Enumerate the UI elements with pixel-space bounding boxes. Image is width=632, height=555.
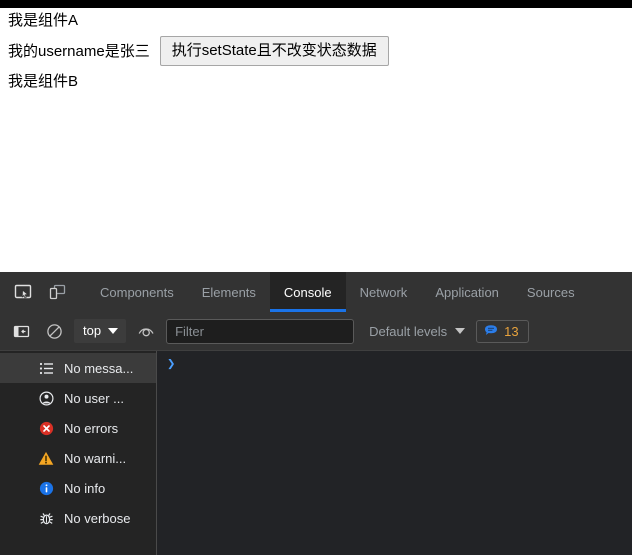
tab-label: Sources <box>527 285 575 300</box>
sidebar-item-label: No user ... <box>64 391 124 406</box>
sidebar-item-label: No messa... <box>64 361 133 376</box>
tab-components[interactable]: Components <box>86 272 188 312</box>
tab-label: Application <box>435 285 499 300</box>
context-label: top <box>83 323 101 338</box>
sidebar-item-errors[interactable]: No errors <box>0 413 156 443</box>
tab-label: Components <box>100 285 174 300</box>
prompt-chevron-icon: ❯ <box>167 358 175 372</box>
warning-icon <box>38 450 54 466</box>
filter-input[interactable] <box>166 319 354 344</box>
username-text: 我的username是张三 <box>8 43 150 60</box>
component-a-text: 我是组件A <box>8 8 624 32</box>
setstate-button[interactable]: 执行setState且不改变状态数据 <box>160 36 389 66</box>
sidebar-item-warnings[interactable]: No warni... <box>0 443 156 473</box>
tab-label: Elements <box>202 285 256 300</box>
user-message-icon <box>38 390 54 406</box>
console-body: No messa... No user ... <box>0 351 632 555</box>
tabbar-spacer <box>74 272 86 312</box>
console-output: ❯ <box>157 351 632 555</box>
devtools-tabbar: Components Elements Console Network Appl… <box>0 272 632 312</box>
tab-label: Console <box>284 285 332 300</box>
sidebar-item-messages[interactable]: No messa... <box>0 353 156 383</box>
sidebar-item-label: No verbose <box>64 511 130 526</box>
clear-console-icon[interactable] <box>41 319 67 343</box>
console-toolbar: top Default levels 13 <box>0 312 632 351</box>
console-prompt-row[interactable]: ❯ <box>157 355 632 375</box>
sidebar-item-label: No errors <box>64 421 118 436</box>
sidebar-item-user-messages[interactable]: No user ... <box>0 383 156 413</box>
message-count-badge[interactable]: 13 <box>476 320 528 343</box>
device-toolbar-icon[interactable] <box>40 272 74 312</box>
console-sidebar: No messa... No user ... <box>0 351 157 555</box>
sidebar-item-verbose[interactable]: No verbose <box>0 503 156 533</box>
message-bubble-icon <box>484 324 498 338</box>
browser-top-strip <box>0 0 632 8</box>
live-expression-icon[interactable] <box>133 319 159 343</box>
list-icon <box>38 360 54 376</box>
chevron-down-icon <box>455 328 465 334</box>
context-selector[interactable]: top <box>74 319 126 343</box>
inspect-element-icon[interactable] <box>6 272 40 312</box>
levels-label: Default levels <box>369 324 447 339</box>
tab-label: Network <box>360 285 408 300</box>
message-count: 13 <box>504 324 518 339</box>
tab-elements[interactable]: Elements <box>188 272 270 312</box>
sidebar-item-label: No warni... <box>64 451 126 466</box>
sidebar-item-label: No info <box>64 481 105 496</box>
log-levels-selector[interactable]: Default levels <box>365 321 469 342</box>
tab-application[interactable]: Application <box>421 272 513 312</box>
tab-console[interactable]: Console <box>270 272 346 312</box>
chevron-down-icon <box>108 328 118 334</box>
username-row: 我的username是张三 执行setState且不改变状态数据 <box>8 32 624 69</box>
web-page-content: 我是组件A 我的username是张三 执行setState且不改变状态数据 我… <box>0 8 632 272</box>
dock-sidebar-icon[interactable] <box>8 319 34 343</box>
tab-sources[interactable]: Sources <box>513 272 589 312</box>
sidebar-item-info[interactable]: No info <box>0 473 156 503</box>
error-icon <box>38 420 54 436</box>
info-icon <box>38 480 54 496</box>
bug-icon <box>38 510 54 526</box>
devtools-panel: Components Elements Console Network Appl… <box>0 272 632 555</box>
component-b-text: 我是组件B <box>8 69 624 93</box>
tab-network[interactable]: Network <box>346 272 422 312</box>
